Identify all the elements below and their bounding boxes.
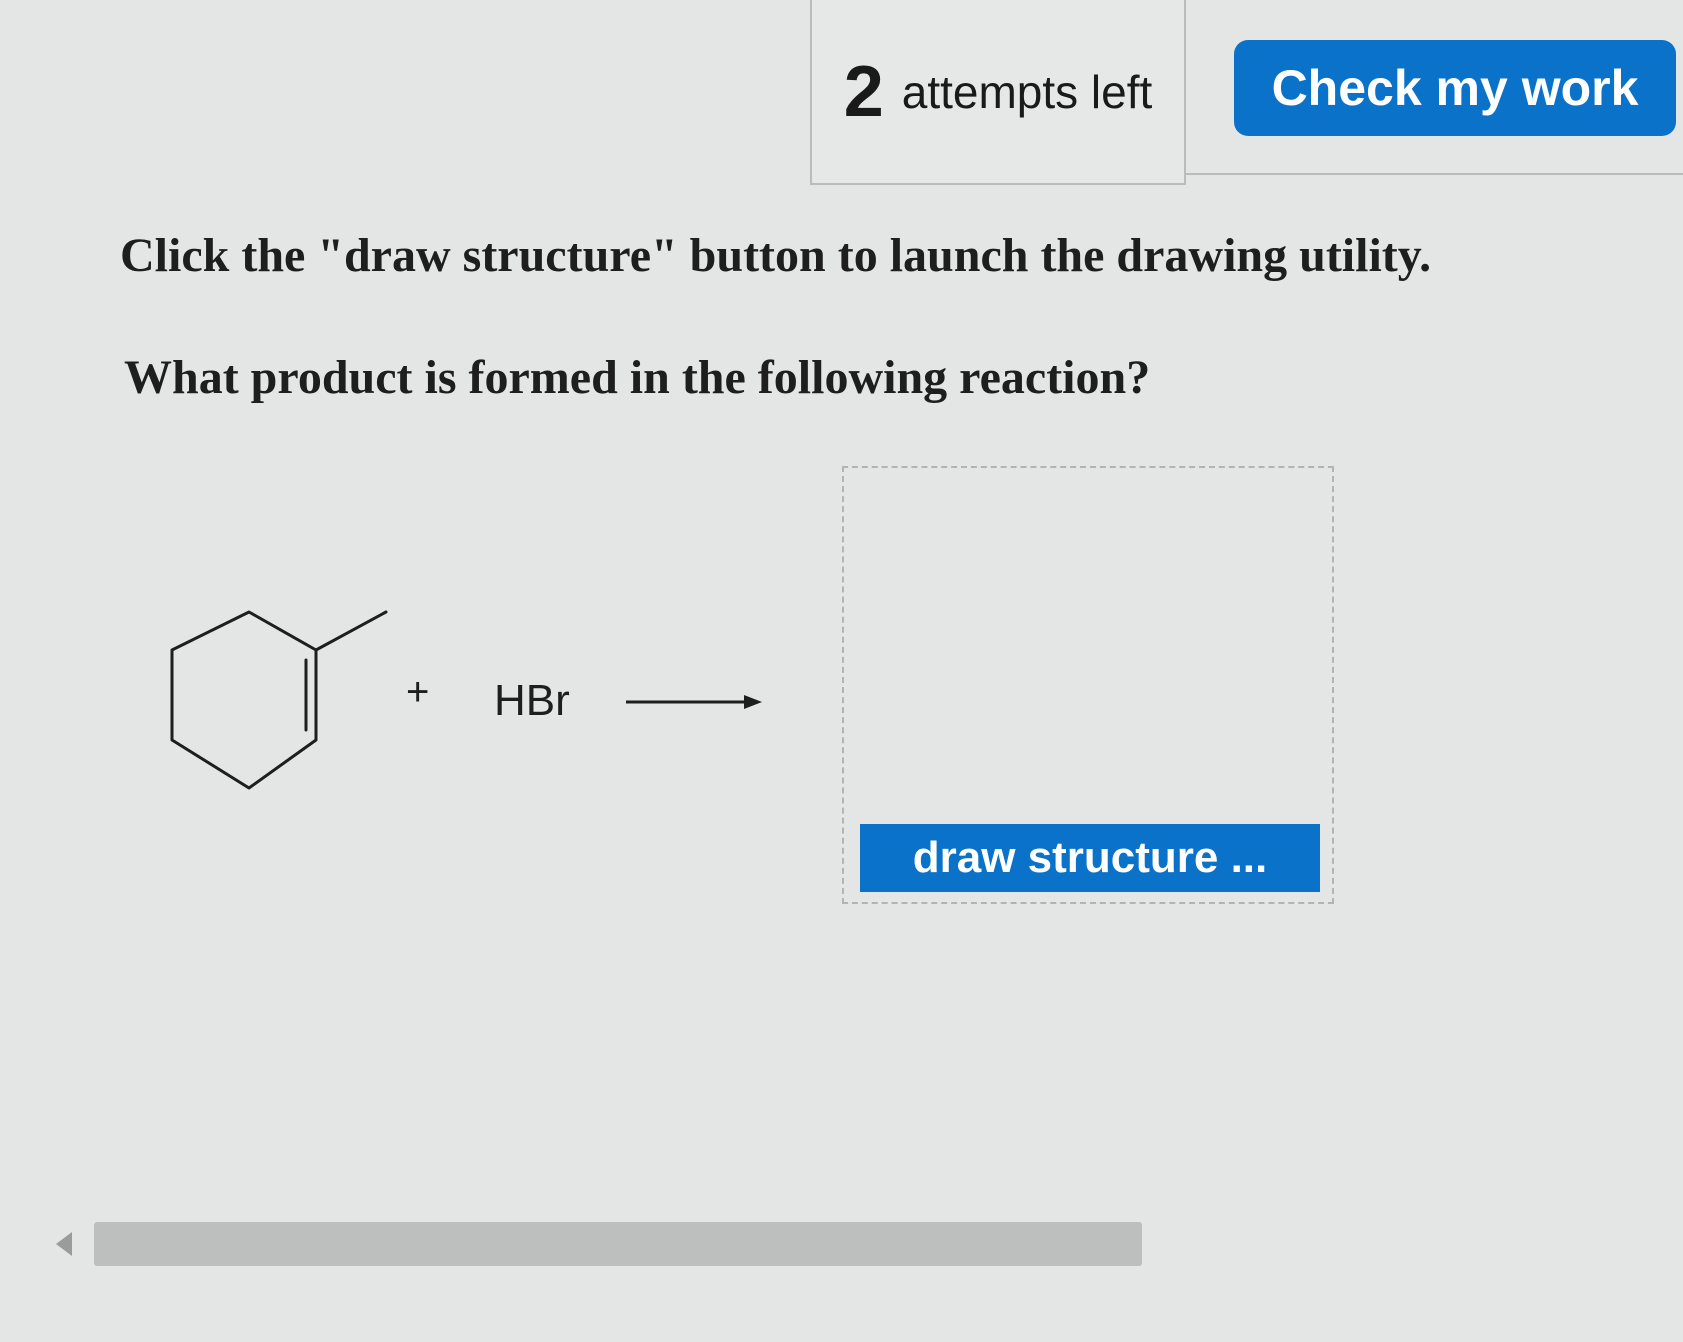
- top-bar: 2 attempts left Check my work: [0, 0, 1683, 185]
- check-my-work-button[interactable]: Check my work: [1234, 40, 1676, 136]
- arrow-right-icon: [626, 695, 762, 709]
- cyclohexane-ring: [170, 610, 318, 790]
- plus-sign: +: [406, 670, 430, 714]
- instruction-text: Click the "draw structure" button to lau…: [120, 229, 1432, 282]
- attempts-label: attempts left: [901, 66, 1153, 118]
- attempts-count: 2: [843, 52, 884, 132]
- triangle-left-icon[interactable]: [56, 1232, 72, 1256]
- question-prompt: What product is formed in the following …: [124, 351, 1151, 404]
- reagent-hbr: HBr: [494, 676, 570, 725]
- attempts-indicator: 2 attempts left: [810, 0, 1186, 185]
- methyl-bond: [314, 610, 388, 652]
- draw-structure-button[interactable]: draw structure ...: [860, 824, 1320, 892]
- horizontal-scrollbar-thumb[interactable]: [94, 1222, 1142, 1266]
